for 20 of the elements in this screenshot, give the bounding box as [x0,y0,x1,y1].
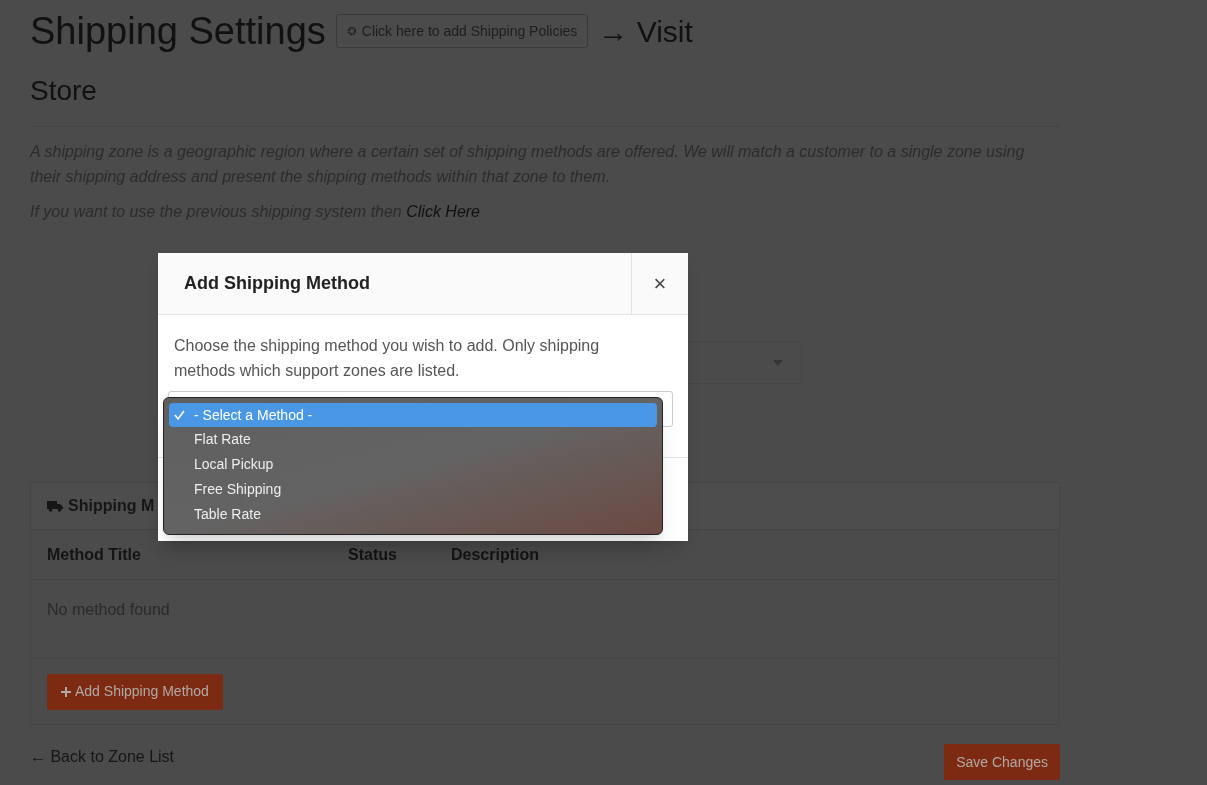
close-button[interactable]: × [631,253,688,314]
store-heading: Store [30,74,98,108]
click-here-link[interactable]: Click Here [406,203,480,220]
page-title: Shipping Settings [30,9,326,54]
truck-icon [47,500,63,512]
column-header: Method Title [47,544,142,565]
plus-icon [61,686,71,697]
dropdown-option[interactable]: Local Pickup [169,452,657,477]
visit-link[interactable]: → Visit [598,8,693,54]
caret-down-icon [773,359,783,366]
dropdown-option[interactable]: Table Rate [169,502,657,527]
modal-description: Choose the shipping method you wish to add. Only shipping methods which support zones are listed. [173,336,601,381]
save-changes-button[interactable]: Save Changes [944,744,1060,780]
dropdown-option[interactable]: - Select a Method - [169,403,657,427]
dropdown-option[interactable]: Flat Rate [169,427,657,452]
dropdown-option[interactable]: Free Shipping [169,477,657,502]
gear-icon [346,26,357,36]
modal-title: Add Shipping Method [183,272,371,295]
checkmark-icon [174,410,185,420]
add-shipping-method-button[interactable]: Add Shipping Method [47,673,223,710]
